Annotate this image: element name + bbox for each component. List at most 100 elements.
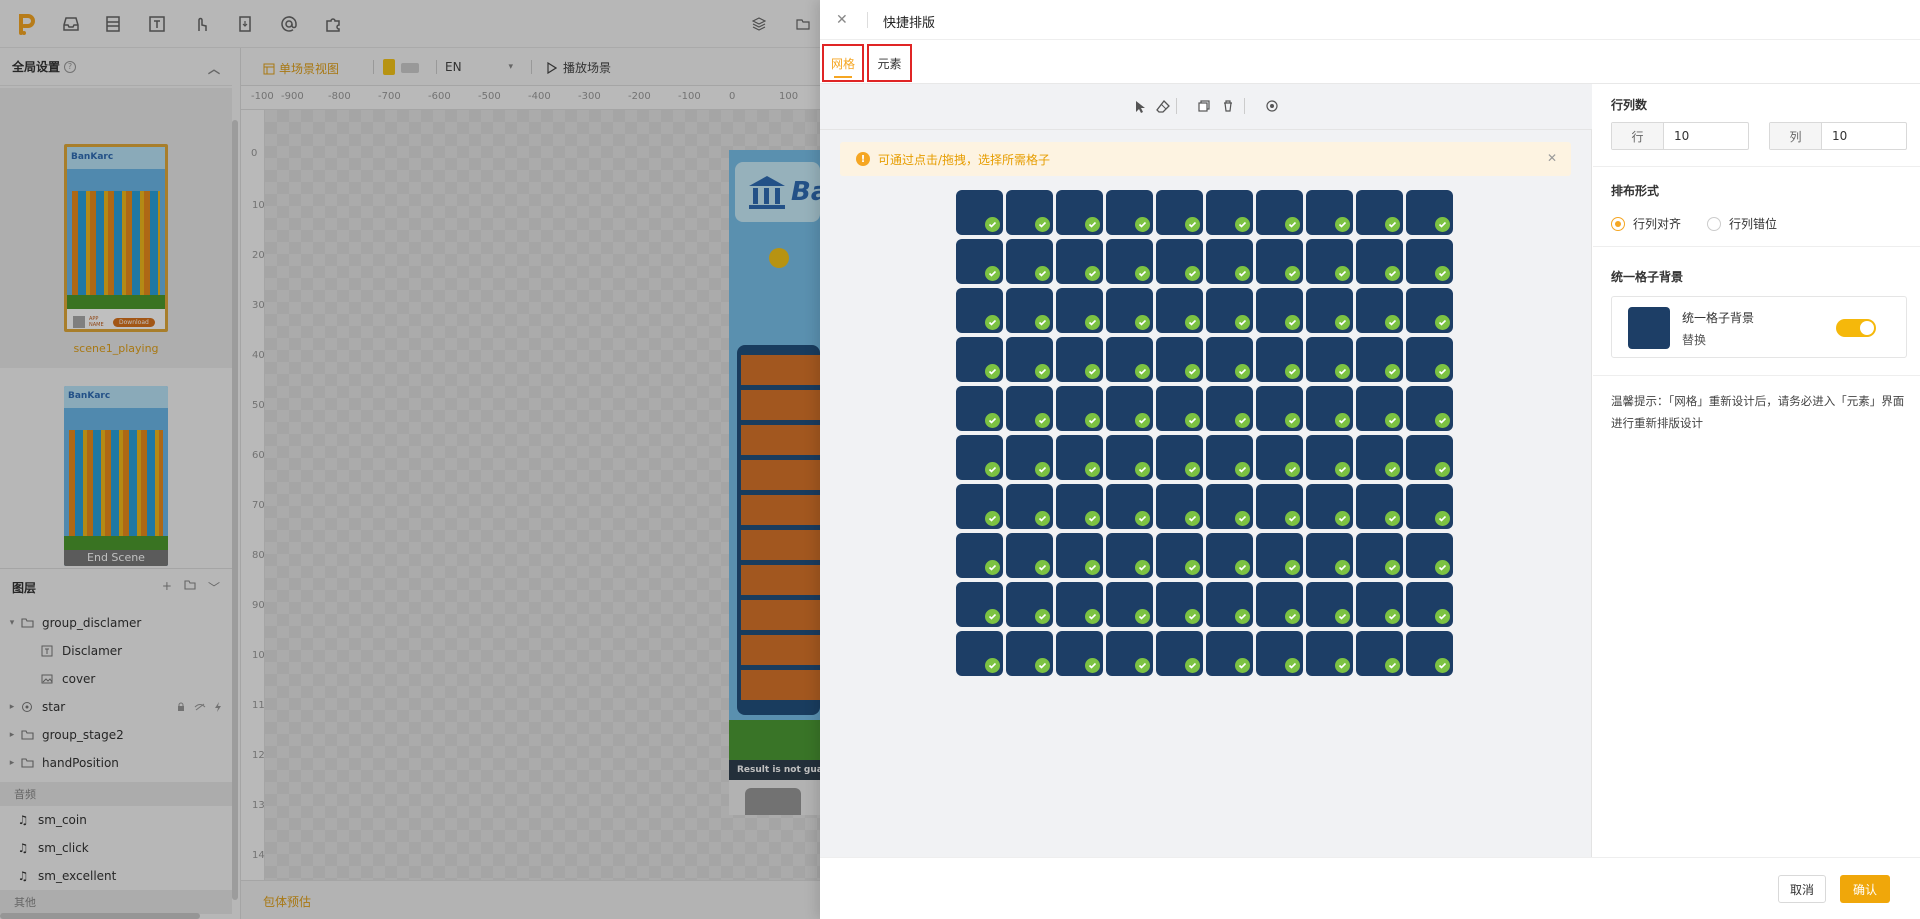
bg-toggle[interactable]	[1836, 319, 1876, 337]
grid-cell[interactable]	[1156, 533, 1203, 578]
grid-cell[interactable]	[1306, 288, 1353, 333]
grid-cell[interactable]	[1256, 435, 1303, 480]
grid-cell[interactable]	[1306, 435, 1353, 480]
grid-cell[interactable]	[1006, 582, 1053, 627]
grid-cell[interactable]	[1356, 435, 1403, 480]
grid-cell[interactable]	[1206, 631, 1253, 676]
grid-cell[interactable]	[956, 288, 1003, 333]
grid-cell[interactable]	[1006, 288, 1053, 333]
grid-cell[interactable]	[1156, 582, 1203, 627]
radio-align[interactable]: 行列对齐	[1611, 215, 1681, 232]
grid-cell[interactable]	[956, 582, 1003, 627]
grid-cell[interactable]	[1056, 533, 1103, 578]
grid-cell[interactable]	[956, 239, 1003, 284]
grid-cell[interactable]	[1306, 386, 1353, 431]
grid-cell[interactable]	[1156, 435, 1203, 480]
grid-cell[interactable]	[1056, 239, 1103, 284]
grid-cell[interactable]	[956, 631, 1003, 676]
grid-cell[interactable]	[1306, 239, 1353, 284]
grid-cell[interactable]	[1106, 435, 1153, 480]
hint-close-icon[interactable]: ✕	[1547, 151, 1557, 165]
grid-cell[interactable]	[1006, 337, 1053, 382]
grid-cell[interactable]	[1406, 190, 1453, 235]
grid-cell[interactable]	[1206, 533, 1253, 578]
grid-cell[interactable]	[1206, 484, 1253, 529]
grid-cell[interactable]	[1406, 288, 1453, 333]
grid-cell[interactable]	[956, 435, 1003, 480]
grid-cell[interactable]	[1256, 337, 1303, 382]
confirm-button[interactable]: 确认	[1840, 875, 1890, 903]
grid-cell[interactable]	[1156, 386, 1203, 431]
grid-cell[interactable]	[1356, 484, 1403, 529]
grid-cell[interactable]	[1056, 288, 1103, 333]
grid-cell[interactable]	[1006, 484, 1053, 529]
grid-cell[interactable]	[1056, 435, 1103, 480]
grid-cell[interactable]	[1106, 631, 1153, 676]
cancel-button[interactable]: 取消	[1778, 875, 1826, 903]
grid-cell[interactable]	[1056, 190, 1103, 235]
grid-cell[interactable]	[1006, 190, 1053, 235]
grid-cell[interactable]	[1156, 484, 1203, 529]
grid-cell[interactable]	[1156, 190, 1203, 235]
grid-cell[interactable]	[1106, 582, 1153, 627]
grid-cell[interactable]	[1156, 288, 1203, 333]
trash-icon[interactable]	[1222, 100, 1234, 112]
tab-elements[interactable]: 元素	[867, 44, 912, 82]
grid-cell[interactable]	[1306, 337, 1353, 382]
close-icon[interactable]: ✕	[836, 12, 848, 28]
grid-cell[interactable]	[1206, 582, 1253, 627]
grid-cell[interactable]	[1206, 288, 1253, 333]
eraser-icon[interactable]	[1156, 100, 1170, 114]
grid-cell[interactable]	[1306, 631, 1353, 676]
grid-cell[interactable]	[1406, 582, 1453, 627]
grid-cell[interactable]	[1056, 484, 1103, 529]
grid-cell[interactable]	[1206, 435, 1253, 480]
grid-cell[interactable]	[1206, 337, 1253, 382]
grid-cell[interactable]	[1356, 631, 1403, 676]
grid-cell[interactable]	[956, 484, 1003, 529]
replace-link[interactable]: 替换	[1682, 331, 1706, 348]
grid-cell[interactable]	[1406, 533, 1453, 578]
grid-cell[interactable]	[1006, 533, 1053, 578]
grid-cell[interactable]	[1256, 533, 1303, 578]
grid-cell[interactable]	[1106, 386, 1153, 431]
grid-cell[interactable]	[1356, 582, 1403, 627]
bg-swatch[interactable]	[1628, 307, 1670, 349]
grid-cell[interactable]	[1106, 337, 1153, 382]
grid-cell[interactable]	[1406, 386, 1453, 431]
grid-cell[interactable]	[1356, 288, 1403, 333]
cell-grid[interactable]	[956, 190, 1456, 680]
grid-cell[interactable]	[1306, 190, 1353, 235]
grid-cell[interactable]	[1056, 337, 1103, 382]
rows-input[interactable]: 行 10	[1611, 122, 1749, 150]
grid-cell[interactable]	[1256, 239, 1303, 284]
grid-cell[interactable]	[1006, 239, 1053, 284]
radio-stagger[interactable]: 行列错位	[1707, 215, 1777, 232]
grid-cell[interactable]	[1256, 386, 1303, 431]
grid-cell[interactable]	[1206, 190, 1253, 235]
grid-cell[interactable]	[1406, 484, 1453, 529]
grid-cell[interactable]	[956, 190, 1003, 235]
grid-cell[interactable]	[1106, 190, 1153, 235]
grid-cell[interactable]	[1306, 533, 1353, 578]
grid-cell[interactable]	[1356, 190, 1403, 235]
grid-cell[interactable]	[1406, 337, 1453, 382]
grid-cell[interactable]	[1206, 386, 1253, 431]
grid-cell[interactable]	[1356, 386, 1403, 431]
grid-cell[interactable]	[1256, 582, 1303, 627]
grid-cell[interactable]	[1006, 386, 1053, 431]
grid-cell[interactable]	[1256, 484, 1303, 529]
cols-input[interactable]: 列 10	[1769, 122, 1907, 150]
grid-cell[interactable]	[1306, 582, 1353, 627]
grid-cell[interactable]	[1106, 533, 1153, 578]
target-icon[interactable]	[1266, 100, 1278, 112]
grid-cell[interactable]	[1256, 190, 1303, 235]
grid-cell[interactable]	[1056, 582, 1103, 627]
grid-cell[interactable]	[1256, 288, 1303, 333]
pointer-icon[interactable]	[1134, 100, 1146, 114]
grid-cell[interactable]	[956, 386, 1003, 431]
grid-cell[interactable]	[1156, 631, 1203, 676]
grid-cell[interactable]	[1406, 435, 1453, 480]
grid-cell[interactable]	[1106, 484, 1153, 529]
grid-cell[interactable]	[1056, 631, 1103, 676]
